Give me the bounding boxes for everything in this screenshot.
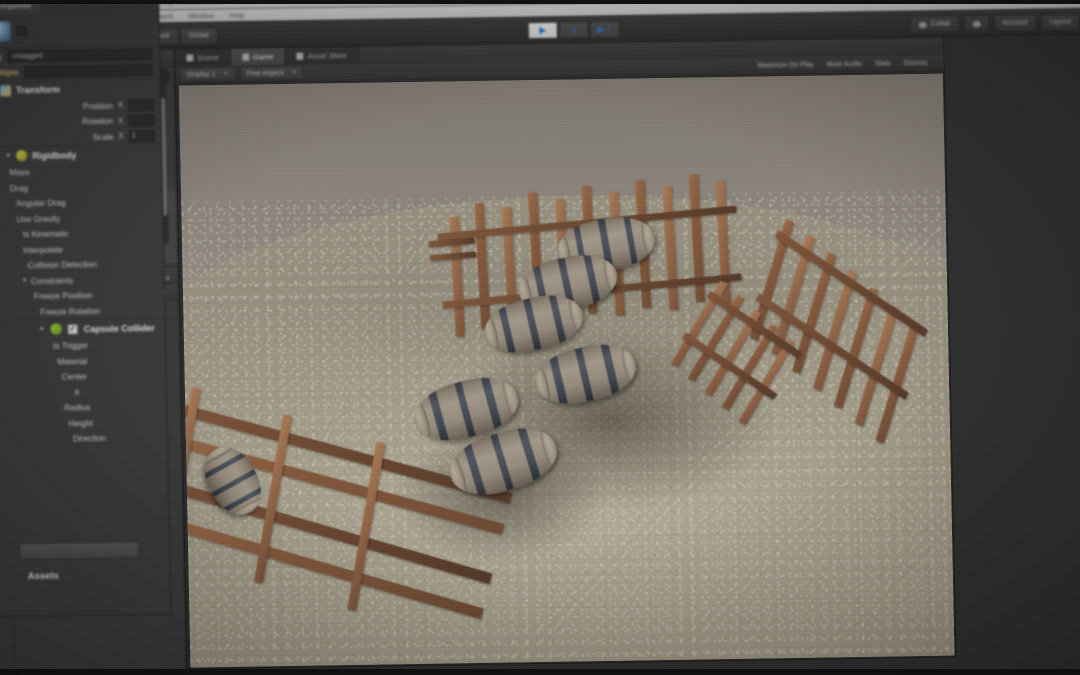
aspect-dropdown[interactable]: Free Aspect ▼: [239, 66, 304, 81]
menu-help[interactable]: Help: [229, 11, 244, 20]
tab-game[interactable]: Game: [231, 48, 286, 66]
property-label: Collision Detection: [27, 259, 97, 270]
property-label: Interpolate: [23, 244, 63, 255]
pivot-rotation-button[interactable]: Global: [179, 27, 218, 45]
component-enabled-checkbox[interactable]: ✓: [68, 324, 78, 334]
screen-edge-top: [0, 0, 1080, 4]
position-x-field[interactable]: [128, 99, 154, 111]
collab-label: Collab: [931, 21, 951, 28]
multiple-label: Multiple: [0, 68, 19, 77]
axis-label-x: X: [118, 132, 124, 141]
gizmos-dropdown[interactable]: Gizmos: [904, 59, 928, 66]
component-title: Transform: [16, 85, 60, 96]
property-label: Freeze Rotation: [40, 306, 100, 317]
mute-audio-toggle[interactable]: Mute Audio: [827, 60, 862, 68]
step-button[interactable]: ▶❘: [590, 21, 620, 38]
scene-icon: [186, 54, 193, 61]
transform-icon: [0, 85, 11, 96]
account-button[interactable]: Account: [993, 14, 1037, 32]
aspect-label: Free Aspect: [246, 69, 283, 77]
object-preview-thumbnail: [0, 21, 11, 41]
axis-label-x: X: [118, 116, 124, 125]
property-label: Is Trigger: [53, 340, 88, 351]
tab-asset-store[interactable]: Asset Store: [285, 47, 359, 65]
game-view-panel: Scene Game Asset Store Display 1 ▼ Free …: [174, 37, 956, 670]
tag-label: Tag: [0, 52, 1, 61]
property-label: Direction: [73, 433, 106, 444]
display-dropdown[interactable]: Display 1 ▼: [180, 67, 236, 82]
toolbar-right-group: Collab Account Layout: [909, 13, 1080, 33]
assets-section-label: Assets: [28, 571, 59, 582]
stats-toggle[interactable]: Stats: [875, 60, 891, 67]
fence-left-stub: [428, 231, 479, 295]
game-view-options: Maximize On Play Mute Audio Stats Gizmos: [757, 59, 943, 69]
add-component-button[interactable]: [19, 541, 139, 560]
property-label: Freeze Position: [34, 290, 92, 301]
layout-button[interactable]: Layout: [1041, 13, 1080, 31]
component-title: Capsule Collider: [84, 323, 155, 334]
tab-game-label: Game: [253, 52, 274, 61]
foldout-arrow-icon[interactable]: ▼: [39, 326, 45, 332]
chevron-down-icon: ▼: [292, 70, 297, 76]
property-direction: Direction: [0, 429, 167, 447]
maximize-on-play-toggle[interactable]: Maximize On Play: [757, 61, 814, 69]
tab-asset-store-label: Asset Store: [307, 51, 346, 61]
property-label: Constraints: [31, 275, 74, 286]
pause-button[interactable]: ‖: [559, 21, 589, 38]
property-label: Angular Drag: [16, 198, 66, 209]
store-icon: [296, 53, 303, 60]
component-title: Rigidbody: [32, 150, 76, 161]
layer-dropdown[interactable]: [25, 64, 153, 78]
tab-scene-label: Scene: [197, 53, 219, 62]
foldout-arrow-icon[interactable]: ▼: [5, 153, 11, 159]
game-icon: [242, 54, 249, 61]
axis-label-x: X: [118, 101, 124, 110]
tab-scene[interactable]: Scene: [175, 49, 231, 67]
property-label: Rotation: [82, 116, 113, 126]
rigidbody-icon: [16, 150, 27, 161]
chevron-down-icon: ▼: [223, 71, 228, 77]
property-label: Mass: [9, 167, 29, 177]
inspector-panel: Inspector Tag Untagged Multiple ▼ Transf…: [0, 0, 171, 618]
collab-icon: [919, 21, 927, 27]
object-enabled-checkbox[interactable]: [17, 26, 27, 36]
cloud-button[interactable]: [963, 15, 989, 32]
display-label: Display 1: [187, 71, 216, 78]
scale-x-field[interactable]: 1: [129, 130, 155, 142]
property-label: Use Gravity: [16, 213, 60, 224]
tag-dropdown[interactable]: Untagged: [7, 48, 152, 62]
menu-window[interactable]: Window: [188, 11, 214, 20]
cloud-icon: [972, 21, 980, 27]
property-label: Scale: [92, 131, 113, 141]
axis-label-x: X: [74, 387, 80, 397]
property-label: Drag: [10, 183, 28, 193]
capsule-collider-icon: [51, 324, 62, 335]
property-label: Height: [69, 418, 93, 428]
foldout-arrow-icon[interactable]: ▼: [22, 278, 28, 284]
play-controls: ▶ ‖ ▶❘: [528, 21, 620, 39]
property-label: Material: [57, 356, 87, 366]
property-label: Is Kinematic: [23, 229, 69, 240]
property-label: Center: [62, 371, 87, 381]
game-scene-render[interactable]: [179, 74, 955, 668]
property-label: Position: [83, 100, 113, 110]
property-label: Radius: [64, 402, 90, 412]
collab-button[interactable]: Collab: [909, 15, 959, 33]
editor-screen: Unity 2017.1.0f1 (64bit) - m3-05_begin.u…: [0, 0, 1080, 675]
play-button[interactable]: ▶: [528, 22, 558, 39]
rotation-x-field[interactable]: [128, 114, 154, 126]
unity-editor-window: Unity 2017.1.0f1 (64bit) - m3-05_begin.u…: [0, 0, 1080, 675]
panel-menu-icon[interactable]: ≡: [165, 274, 170, 283]
screen-edge-bottom: [0, 669, 1080, 675]
inspector-object-header: [0, 12, 159, 49]
